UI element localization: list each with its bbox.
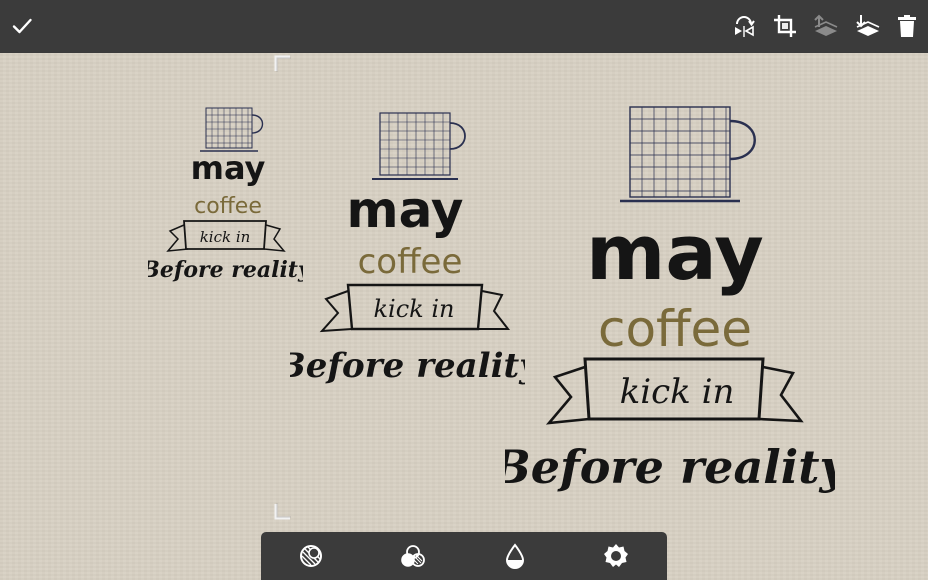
- coffee-cup-icon: [372, 112, 466, 180]
- editing-canvas[interactable]: may coffee kick in Before reality may co…: [0, 53, 928, 580]
- artwork-word-coffee: coffee: [358, 242, 463, 282]
- artwork-words-before-reality: Before reality: [290, 346, 525, 386]
- crop-icon: [774, 15, 796, 37]
- move-layer-up-button[interactable]: [809, 10, 841, 42]
- artwork-words-kick-in: kick in: [620, 372, 735, 412]
- flip-button[interactable]: [728, 10, 760, 42]
- flip-icon: [735, 16, 755, 37]
- move-layer-up-icon: [814, 14, 838, 36]
- artwork-words-kick-in: kick in: [200, 228, 251, 246]
- artwork-word-may: may: [586, 208, 764, 297]
- move-layer-down-button[interactable]: [851, 10, 883, 42]
- settings-button[interactable]: [602, 542, 630, 570]
- coffee-cup-icon: [620, 106, 756, 203]
- artwork-words-before-reality: Before reality: [505, 440, 835, 494]
- checkmark-icon: [12, 18, 32, 34]
- artwork-words-kick-in: kick in: [374, 295, 455, 323]
- confirm-button[interactable]: [6, 10, 38, 42]
- trash-icon: [898, 15, 916, 37]
- coffee-cup-icon: [200, 107, 264, 152]
- blend-button[interactable]: [297, 542, 325, 570]
- droplet-icon: [505, 543, 525, 569]
- delete-button[interactable]: [891, 10, 923, 42]
- artwork-word-coffee: coffee: [598, 300, 752, 358]
- blend-icon: [300, 545, 322, 567]
- crop-corner-handle-top[interactable]: [274, 55, 292, 73]
- artwork-medium[interactable]: may coffee kick in Before reality: [290, 105, 525, 395]
- artwork-word-may: may: [347, 181, 464, 239]
- opacity-circles-icon: [401, 545, 425, 567]
- artwork-large[interactable]: may coffee kick in Before reality: [505, 101, 835, 501]
- gear-icon: [604, 544, 628, 567]
- crop-corner-handle-bottom[interactable]: [274, 502, 292, 520]
- droplet-button[interactable]: [501, 542, 529, 570]
- opacity-circles-button[interactable]: [399, 542, 427, 570]
- artwork-small[interactable]: may coffee kick in Before reality: [148, 103, 303, 293]
- crop-button[interactable]: [769, 10, 801, 42]
- top-toolbar: [0, 0, 928, 53]
- bottom-toolbar: [261, 532, 667, 580]
- artwork-word-may: may: [191, 149, 266, 187]
- move-layer-down-icon: [856, 15, 880, 36]
- artwork-words-before-reality: Before reality: [148, 257, 303, 283]
- artwork-word-coffee: coffee: [194, 194, 262, 219]
